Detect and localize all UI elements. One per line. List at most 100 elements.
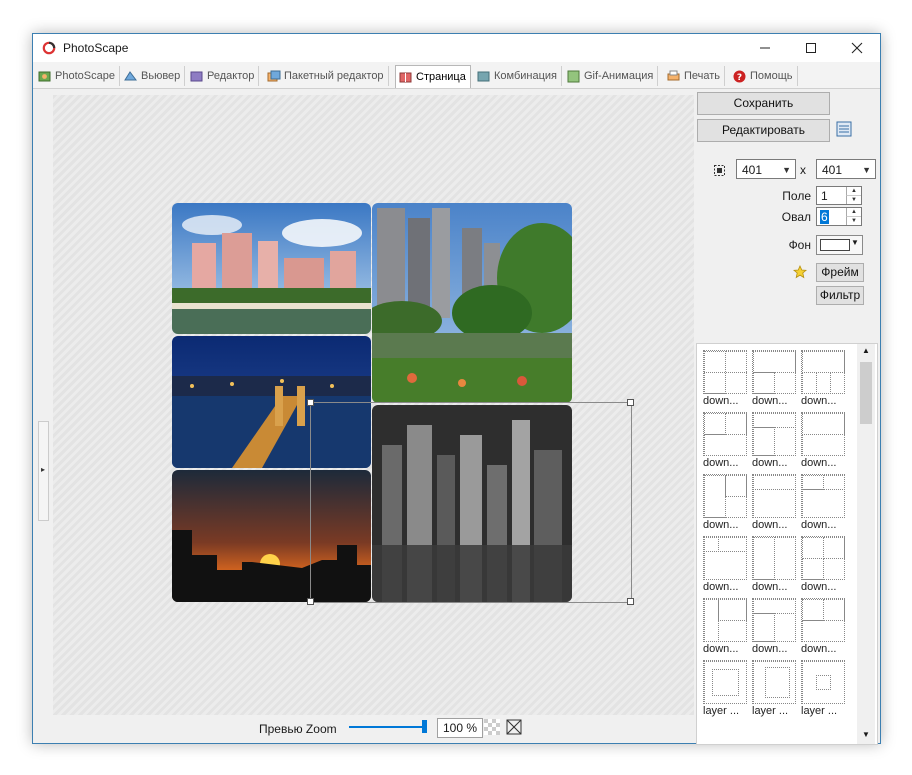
oval-spinner[interactable]: 6 ▲ ▼ xyxy=(816,207,862,226)
layout-template-thumb[interactable] xyxy=(703,350,747,394)
layout-cell xyxy=(753,413,796,428)
layout-cell xyxy=(823,537,845,559)
viewer-icon xyxy=(123,69,138,84)
tab-label: Редактор xyxy=(207,70,255,82)
background-color-swatch xyxy=(820,239,850,251)
tab-help[interactable]: ? Помощь xyxy=(730,66,798,86)
tab-label: Страница xyxy=(416,71,466,83)
layout-template-thumb[interactable] xyxy=(801,412,845,456)
layout-template-thumb[interactable] xyxy=(801,660,845,704)
layout-template-label: down... xyxy=(752,395,788,407)
resize-handle-bottom-right[interactable] xyxy=(627,598,634,605)
layout-cell xyxy=(704,599,719,642)
maximize-button[interactable] xyxy=(788,34,834,62)
layout-template-thumb[interactable] xyxy=(801,536,845,580)
maximize-icon xyxy=(806,43,816,53)
resize-handle-top-left[interactable] xyxy=(307,399,314,406)
layout-cell xyxy=(704,551,747,580)
close-button[interactable] xyxy=(834,34,880,62)
layout-cell xyxy=(718,537,747,552)
layout-cell xyxy=(802,489,845,518)
tab-label: PhotoScape xyxy=(55,70,115,82)
layout-template-label: down... xyxy=(752,643,788,655)
close-icon xyxy=(851,42,863,54)
layout-cell xyxy=(802,537,824,559)
layout-template-label: layer ... xyxy=(801,705,838,717)
layout-template-thumb[interactable] xyxy=(801,598,845,642)
layout-template-label: down... xyxy=(703,519,739,531)
layout-template-thumb[interactable] xyxy=(703,474,747,518)
tab-photoscape[interactable]: PhotoScape xyxy=(35,66,120,86)
tab-print[interactable]: Печать xyxy=(664,66,726,86)
layout-cell xyxy=(802,558,824,580)
tab-label: Пакетный редактор xyxy=(284,70,384,82)
layout-template-thumb[interactable] xyxy=(801,350,845,394)
scroll-up-icon[interactable]: ▲ xyxy=(862,346,870,355)
layout-template-thumb[interactable] xyxy=(752,598,796,642)
minimize-icon xyxy=(760,47,770,49)
fit-to-screen-icon[interactable] xyxy=(506,719,522,735)
save-button[interactable]: Сохранить xyxy=(697,92,830,115)
spin-down-icon[interactable]: ▼ xyxy=(846,196,861,204)
sidebar-expand-handle[interactable]: ▸ xyxy=(38,421,49,521)
scrollbar-thumb[interactable] xyxy=(860,362,872,424)
preview-zoom-bar: Превью Zoom 100 % xyxy=(53,715,694,741)
layout-cell xyxy=(753,475,796,490)
layout-template-thumb[interactable] xyxy=(752,350,796,394)
layout-cell xyxy=(725,413,747,435)
print-icon xyxy=(666,69,681,84)
scroll-down-icon[interactable]: ▼ xyxy=(862,730,870,739)
resize-handle-top-right[interactable] xyxy=(627,399,634,406)
resize-handle-bottom-left[interactable] xyxy=(307,598,314,605)
svg-text:?: ? xyxy=(737,73,742,83)
spin-up-icon[interactable]: ▲ xyxy=(846,208,861,217)
layout-template-thumb[interactable] xyxy=(752,412,796,456)
layout-template-thumb[interactable] xyxy=(752,474,796,518)
tab-label: Вьювер xyxy=(141,70,181,82)
selection-frame[interactable] xyxy=(310,402,632,603)
spin-down-icon[interactable]: ▼ xyxy=(846,217,861,225)
collage-photo-resort[interactable] xyxy=(172,203,371,334)
layout-template-label: down... xyxy=(703,643,739,655)
layout-cell xyxy=(774,537,796,580)
tab-viewer[interactable]: Вьювер xyxy=(121,66,186,86)
page-height-select[interactable]: 401 ▼ xyxy=(816,159,876,179)
tab-label: Помощь xyxy=(750,70,793,82)
zoom-slider-track[interactable] xyxy=(349,720,427,733)
page-width-select[interactable]: 401 ▼ xyxy=(736,159,796,179)
layout-template-thumb[interactable] xyxy=(703,412,747,456)
filter-button[interactable]: Фильтр xyxy=(816,286,864,305)
spin-up-icon[interactable]: ▲ xyxy=(846,187,861,196)
edit-button[interactable]: Редактировать xyxy=(697,119,830,142)
page-canvas[interactable] xyxy=(53,95,694,715)
layout-list-icon[interactable] xyxy=(836,121,852,137)
margin-spinner[interactable]: 1 ▲ ▼ xyxy=(816,186,862,205)
layout-template-thumb[interactable] xyxy=(752,660,796,704)
tab-combine[interactable]: Комбинация xyxy=(474,66,563,86)
layout-template-thumb[interactable] xyxy=(703,660,747,704)
frame-button[interactable]: Фрейм xyxy=(816,263,864,282)
zoom-slider-thumb[interactable] xyxy=(422,720,427,733)
layout-template-thumb[interactable] xyxy=(703,536,747,580)
layout-cell xyxy=(704,413,726,435)
layout-cell xyxy=(816,372,831,394)
tab-page[interactable]: Страница xyxy=(395,65,471,88)
background-label: Фон xyxy=(788,238,811,252)
tab-gif-animation[interactable]: Gif-Анимация xyxy=(564,66,659,86)
tab-batch-editor[interactable]: Пакетный редактор xyxy=(264,66,389,86)
layout-template-label: down... xyxy=(801,395,837,407)
layout-template-label: down... xyxy=(801,581,837,593)
layout-template-thumb[interactable] xyxy=(752,536,796,580)
layout-cell xyxy=(718,620,747,642)
layout-template-thumb[interactable] xyxy=(801,474,845,518)
tab-editor[interactable]: Редактор xyxy=(187,66,260,86)
layout-cell xyxy=(704,372,747,394)
minimize-button[interactable] xyxy=(742,34,788,62)
layout-list-scrollbar[interactable]: ▲ ▼ xyxy=(857,344,875,744)
transparency-checker-icon[interactable] xyxy=(484,719,500,735)
zoom-value-field[interactable]: 100 % xyxy=(437,718,483,738)
collage-photo-central-park[interactable] xyxy=(372,203,572,403)
layout-template-thumb[interactable] xyxy=(703,598,747,642)
zoom-slider-fill xyxy=(349,726,422,728)
background-color-picker[interactable]: ▼ xyxy=(816,235,863,255)
